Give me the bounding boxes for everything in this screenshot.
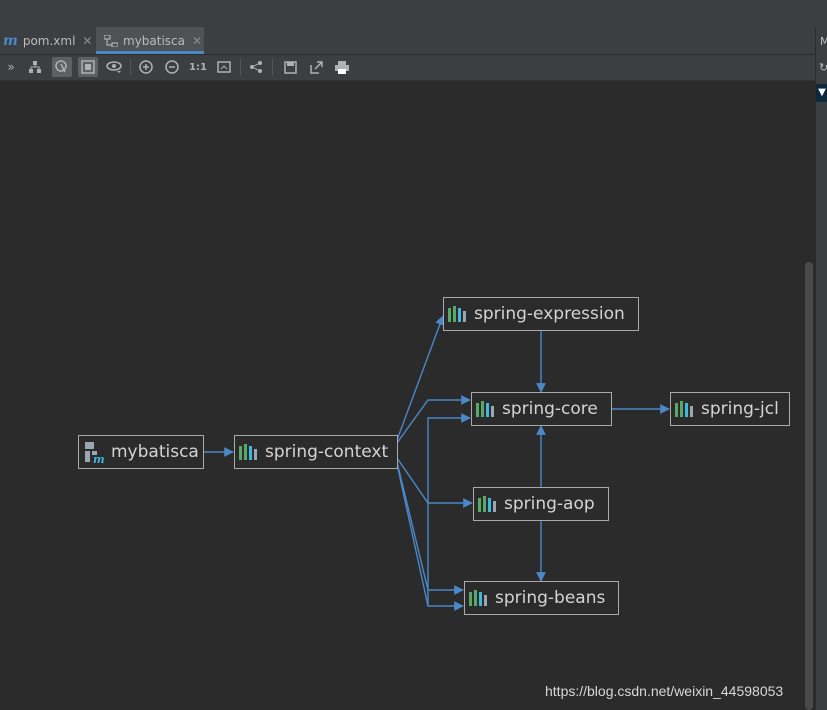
library-bars-icon [675, 400, 695, 418]
edge-context-to-aop [396, 457, 473, 508]
edge-context-to-core-2 [427, 413, 471, 606]
node-label: spring-core [502, 399, 598, 419]
node-label: mybatisca [111, 442, 199, 462]
edge-context-to-beans-2 [396, 463, 464, 611]
edge-context-to-expression [396, 315, 445, 441]
library-bars-icon [239, 443, 259, 461]
watermark-text: https://blog.csdn.net/weixin_44598053 [545, 683, 784, 699]
node-mybatisca[interactable]: m mybatisca [78, 435, 204, 469]
node-spring-aop[interactable]: spring-aop [473, 487, 609, 521]
maven-module-icon: m [83, 440, 105, 466]
node-label: spring-context [265, 442, 389, 462]
node-spring-beans[interactable]: spring-beans [464, 581, 619, 615]
library-bars-icon [448, 305, 468, 323]
node-spring-jcl[interactable]: spring-jcl [670, 392, 790, 426]
node-spring-context[interactable]: spring-context [234, 435, 398, 469]
edge-context-to-beans [396, 461, 464, 595]
node-spring-core[interactable]: spring-core [471, 392, 612, 426]
node-spring-expression[interactable]: spring-expression [443, 297, 639, 331]
library-bars-icon [469, 589, 489, 607]
edge-context-to-core [396, 395, 471, 444]
dependency-edges [203, 315, 670, 611]
library-bars-icon [478, 495, 498, 513]
library-bars-icon [476, 400, 496, 418]
node-label: spring-aop [504, 494, 595, 514]
node-label: spring-expression [474, 304, 625, 324]
node-label: spring-jcl [701, 399, 779, 419]
node-label: spring-beans [495, 588, 606, 608]
svg-text:m: m [93, 453, 105, 464]
